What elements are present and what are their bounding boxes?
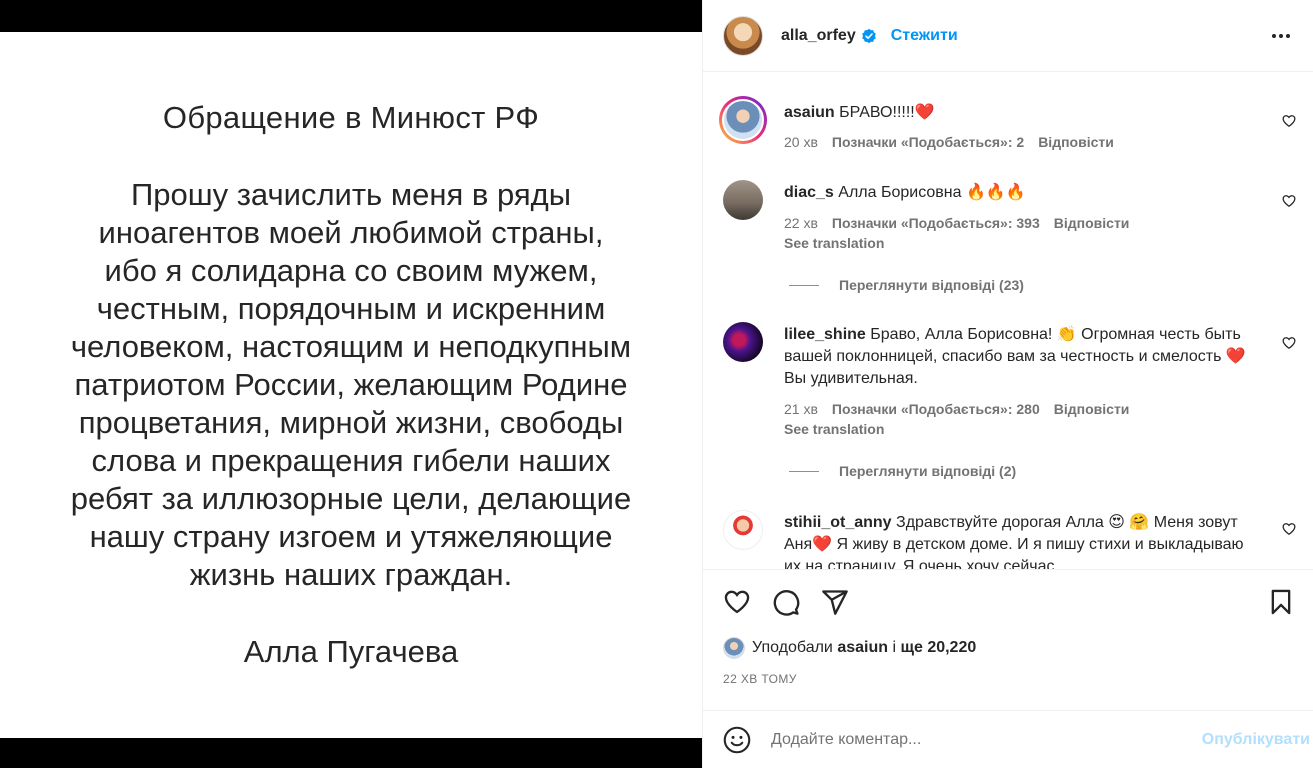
commenter-username[interactable]: stihii_ot_anny xyxy=(784,514,892,531)
comment-text: stihii_ot_anny Здравствуйте дорогая Алла… xyxy=(784,512,1254,569)
post-timestamp[interactable]: 22 хв тому xyxy=(723,672,797,686)
post-image-line: нашу страну изгоем и утяжеляющие xyxy=(89,519,613,554)
post-image-line: жизнь наших граждан. xyxy=(189,557,513,592)
like-comment-icon[interactable] xyxy=(1282,522,1296,536)
post-image-body: Прошу зачислить меня в ряды иноагентов м… xyxy=(21,176,681,594)
paper-plane-icon[interactable] xyxy=(821,588,849,616)
comment-time: 22 хв xyxy=(784,215,818,231)
comment-time: 21 хв xyxy=(784,401,818,417)
post-image-line: иноагентов моей любимой страны, xyxy=(98,215,604,250)
divider-line xyxy=(789,284,819,286)
see-translation-link[interactable]: See translation xyxy=(784,235,884,251)
comment-text: lilee_shine Браво, Алла Борисовна! 👏 Огр… xyxy=(784,324,1254,390)
comments-list: asaiun БРАВО!!!!!❤️ 20 хв Позначки «Подо… xyxy=(703,72,1313,569)
post-actions: Уподобали asaiun і ще 20,220 22 хв тому xyxy=(703,569,1313,699)
reply-button[interactable]: Відповісти xyxy=(1054,215,1130,231)
reply-button[interactable]: Відповісти xyxy=(1054,401,1130,417)
comment-meta: 20 хв Позначки «Подобається»: 2 Відповіс… xyxy=(784,134,1114,150)
post-image-line: честным, порядочным и искренним xyxy=(96,291,606,326)
commenter-avatar[interactable] xyxy=(723,180,763,220)
post-image-signature: Алла Пугачева xyxy=(243,634,459,669)
commenter-avatar[interactable] xyxy=(723,510,763,550)
likes-count-link[interactable]: ще 20,220 xyxy=(900,639,976,657)
commenter-username[interactable]: diac_s xyxy=(784,184,834,201)
view-replies-label: Переглянути відповіді (2) xyxy=(839,463,1017,479)
reply-button[interactable]: Відповісти xyxy=(1038,134,1114,150)
commenter-username[interactable]: asaiun xyxy=(784,104,835,121)
likes-middle: і xyxy=(892,639,897,656)
comment-time: 20 хв xyxy=(784,134,818,150)
post-image-line: ибо я солидарна со своим мужем, xyxy=(104,253,598,288)
post-image-line: патриотом России, желающим Родине xyxy=(74,367,628,402)
like-comment-icon[interactable] xyxy=(1282,194,1296,208)
comment-input[interactable] xyxy=(771,730,1151,749)
verified-badge-icon xyxy=(861,28,876,43)
emoji-smile-icon[interactable] xyxy=(723,726,751,754)
post-image-line: ребят за иллюзорные цели, делающие xyxy=(70,481,632,516)
comment-likes[interactable]: Позначки «Подобається»: 2 xyxy=(832,134,1024,150)
bookmark-icon[interactable] xyxy=(1267,588,1295,616)
post-image-title: Обращение в Минюст РФ xyxy=(162,100,540,135)
comment-likes[interactable]: Позначки «Подобається»: 393 xyxy=(832,215,1040,231)
commenter-avatar[interactable] xyxy=(719,96,767,144)
likes-prefix: Уподобали xyxy=(752,639,833,656)
post-side-panel: alla_orfey Стежити asaiun БРАВО!!!!!❤️ 2… xyxy=(702,0,1313,768)
see-translation-link[interactable]: See translation xyxy=(784,421,884,437)
commenter-avatar[interactable] xyxy=(723,322,763,362)
post-image-line: Прошу зачислить меня в ряды xyxy=(130,177,572,212)
like-comment-icon[interactable] xyxy=(1282,114,1296,128)
view-replies-label: Переглянути відповіді (23) xyxy=(839,277,1024,293)
comment-meta: 21 хв Позначки «Подобається»: 280 Відпов… xyxy=(784,401,1129,417)
comment-bubble-icon[interactable] xyxy=(772,588,800,616)
post-comment-button[interactable]: Опублікувати xyxy=(1202,731,1310,749)
liker-username[interactable]: asaiun xyxy=(837,639,888,657)
author-avatar[interactable] xyxy=(723,15,763,56)
comment-text: asaiun БРАВО!!!!!❤️ xyxy=(784,102,1254,124)
view-replies-button[interactable]: Переглянути відповіді (2) xyxy=(789,463,1016,479)
add-comment-bar: Опублікувати xyxy=(703,710,1313,768)
like-comment-icon[interactable] xyxy=(1282,336,1296,350)
heart-outline-icon[interactable] xyxy=(723,588,751,616)
post-media: Обращение в Минюст РФ Прошу зачислить ме… xyxy=(0,0,702,768)
likes-summary: Уподобали asaiun і ще 20,220 xyxy=(723,637,976,659)
view-replies-button[interactable]: Переглянути відповіді (23) xyxy=(789,277,1024,293)
comment-body: Алла Борисовна 🔥🔥🔥 xyxy=(838,184,1026,201)
post-image: Обращение в Минюст РФ Прошу зачислить ме… xyxy=(0,32,702,738)
liker-avatar[interactable] xyxy=(723,637,745,659)
divider-line xyxy=(789,470,819,472)
post-image-line: слова и прекращения гибели наших xyxy=(91,443,611,478)
comment-meta: 22 хв Позначки «Подобається»: 393 Відпов… xyxy=(784,215,1129,231)
comment-text: diac_s Алла Борисовна 🔥🔥🔥 xyxy=(784,182,1254,204)
comment-likes[interactable]: Позначки «Подобається»: 280 xyxy=(832,401,1040,417)
comment-body: БРАВО!!!!!❤️ xyxy=(839,104,935,121)
author-username[interactable]: alla_orfey xyxy=(781,27,856,45)
post-image-line: человеком, настоящим и неподкупным xyxy=(70,329,632,364)
commenter-username[interactable]: lilee_shine xyxy=(784,326,866,343)
more-options-icon[interactable] xyxy=(1270,26,1292,46)
follow-button[interactable]: Стежити xyxy=(891,27,958,45)
post-header: alla_orfey Стежити xyxy=(703,0,1313,72)
post-image-line: процветания, мирной жизни, свободы xyxy=(78,405,624,440)
